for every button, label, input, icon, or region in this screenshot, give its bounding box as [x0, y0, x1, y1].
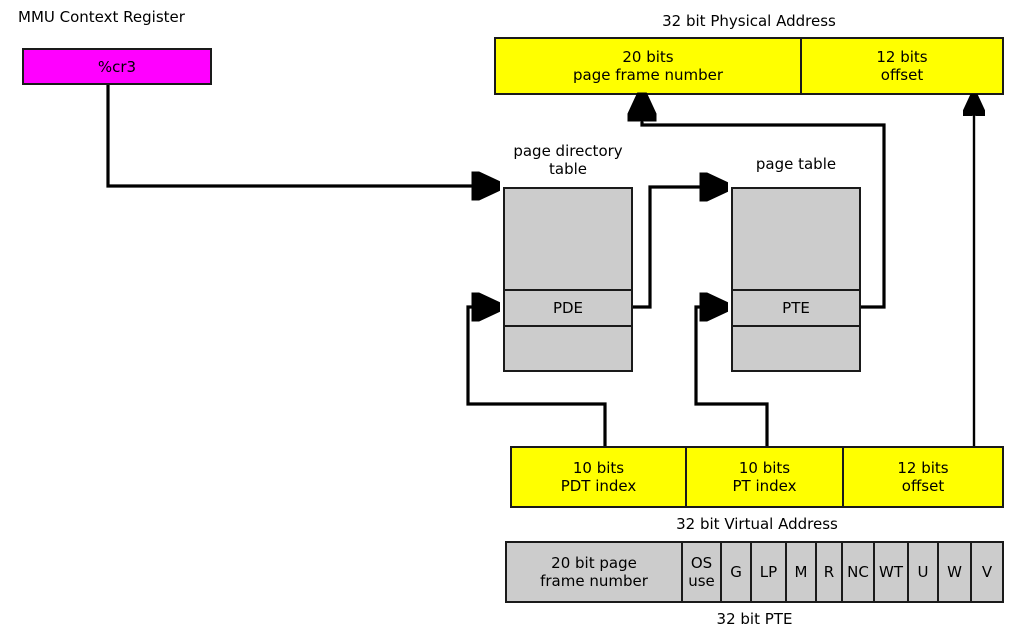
pdt-row-upper: [505, 189, 631, 289]
pte-field-8-line1: U: [917, 563, 929, 581]
physical-address-field-1-name: offset: [880, 66, 924, 84]
virtual-address-field-offset: 12 bits offset: [842, 448, 1002, 506]
page-table: PTE: [731, 187, 861, 372]
virtual-address-field-pt-index: 10 bits PT index: [685, 448, 842, 506]
wire-cr3-to-page-directory: [106, 85, 495, 186]
pte-field-os-use: OS use: [681, 543, 720, 601]
virtual-address-field-2-name: offset: [901, 477, 945, 495]
cr3-register-label: %cr3: [97, 57, 137, 76]
pte-layout-box: 20 bit page frame number OS use G LP M R…: [505, 541, 1004, 603]
pte-field-wt: WT: [873, 543, 907, 601]
page-directory-table-caption-line2: table: [549, 160, 587, 178]
physical-address-field-0-bits: 20 bits: [622, 48, 674, 66]
page-table-caption: page table: [755, 155, 837, 173]
pte-field-v: V: [970, 543, 1002, 601]
virtual-address-field-1-bits: 10 bits: [738, 459, 791, 477]
pte-field-1-line1: OS: [690, 554, 713, 572]
pt-row-pte: PTE: [733, 289, 859, 325]
virtual-address-field-2-bits: 12 bits: [897, 459, 949, 477]
physical-address-caption: 32 bit Physical Address: [662, 12, 836, 30]
pte-field-w: W: [937, 543, 970, 601]
pdt-row-pde: PDE: [505, 289, 631, 325]
pte-field-5-line1: R: [823, 563, 835, 581]
physical-address-field-0-name: page frame number: [572, 66, 724, 84]
page-directory-table: PDE: [503, 187, 633, 372]
pte-field-lp: LP: [750, 543, 785, 601]
page-directory-table-caption-line1: page directory: [513, 142, 623, 160]
pt-row-upper: [733, 189, 859, 289]
pdt-row-lower: [505, 325, 631, 370]
page-directory-table-caption: page directory table: [503, 142, 633, 178]
pte-label: PTE: [782, 299, 810, 317]
pt-row-lower: [733, 325, 859, 370]
virtual-address-caption: 32 bit Virtual Address: [676, 515, 838, 533]
pde-label: PDE: [552, 299, 584, 317]
pte-field-4-line1: M: [794, 563, 808, 581]
pte-field-g: G: [720, 543, 750, 601]
pte-field-6-line1: NC: [847, 563, 869, 581]
wire-pde-to-page-table: [633, 187, 723, 309]
mmu-address-translation-diagram: MMU Context Register %cr3 32 bit Physica…: [0, 0, 1024, 640]
pte-field-10-line1: V: [981, 563, 993, 581]
pte-field-7-line1: WT: [879, 563, 903, 581]
pte-field-page-frame-number: 20 bit page frame number: [507, 543, 681, 601]
pte-caption: 32 bit PTE: [716, 610, 793, 628]
physical-address-field-offset: 12 bits offset: [800, 39, 1002, 93]
virtual-address-box: 10 bits PDT index 10 bits PT index 12 bi…: [510, 446, 1004, 508]
pte-field-3-line1: LP: [759, 563, 778, 581]
pte-field-u: U: [907, 543, 937, 601]
mmu-context-register-title: MMU Context Register: [18, 8, 185, 26]
pte-field-r: R: [815, 543, 841, 601]
physical-address-field-1-bits: 12 bits: [876, 48, 928, 66]
pte-field-nc: NC: [841, 543, 873, 601]
pte-field-0-line1: 20 bit page: [551, 554, 637, 572]
physical-address-box: 20 bits page frame number 12 bits offset: [494, 37, 1004, 95]
cr3-register-box: %cr3: [22, 48, 212, 85]
pte-field-2-line1: G: [730, 563, 742, 581]
pte-field-0-line2: frame number: [540, 572, 648, 590]
pte-field-m: M: [785, 543, 815, 601]
virtual-address-field-0-name: PDT index: [560, 477, 637, 495]
virtual-address-field-0-bits: 10 bits: [572, 459, 625, 477]
virtual-address-field-pdt-index: 10 bits PDT index: [512, 448, 685, 506]
pte-field-1-line2: use: [688, 572, 715, 590]
pte-field-9-line1: W: [947, 563, 962, 581]
virtual-address-field-1-name: PT index: [732, 477, 797, 495]
physical-address-field-page-frame-number: 20 bits page frame number: [496, 39, 800, 93]
